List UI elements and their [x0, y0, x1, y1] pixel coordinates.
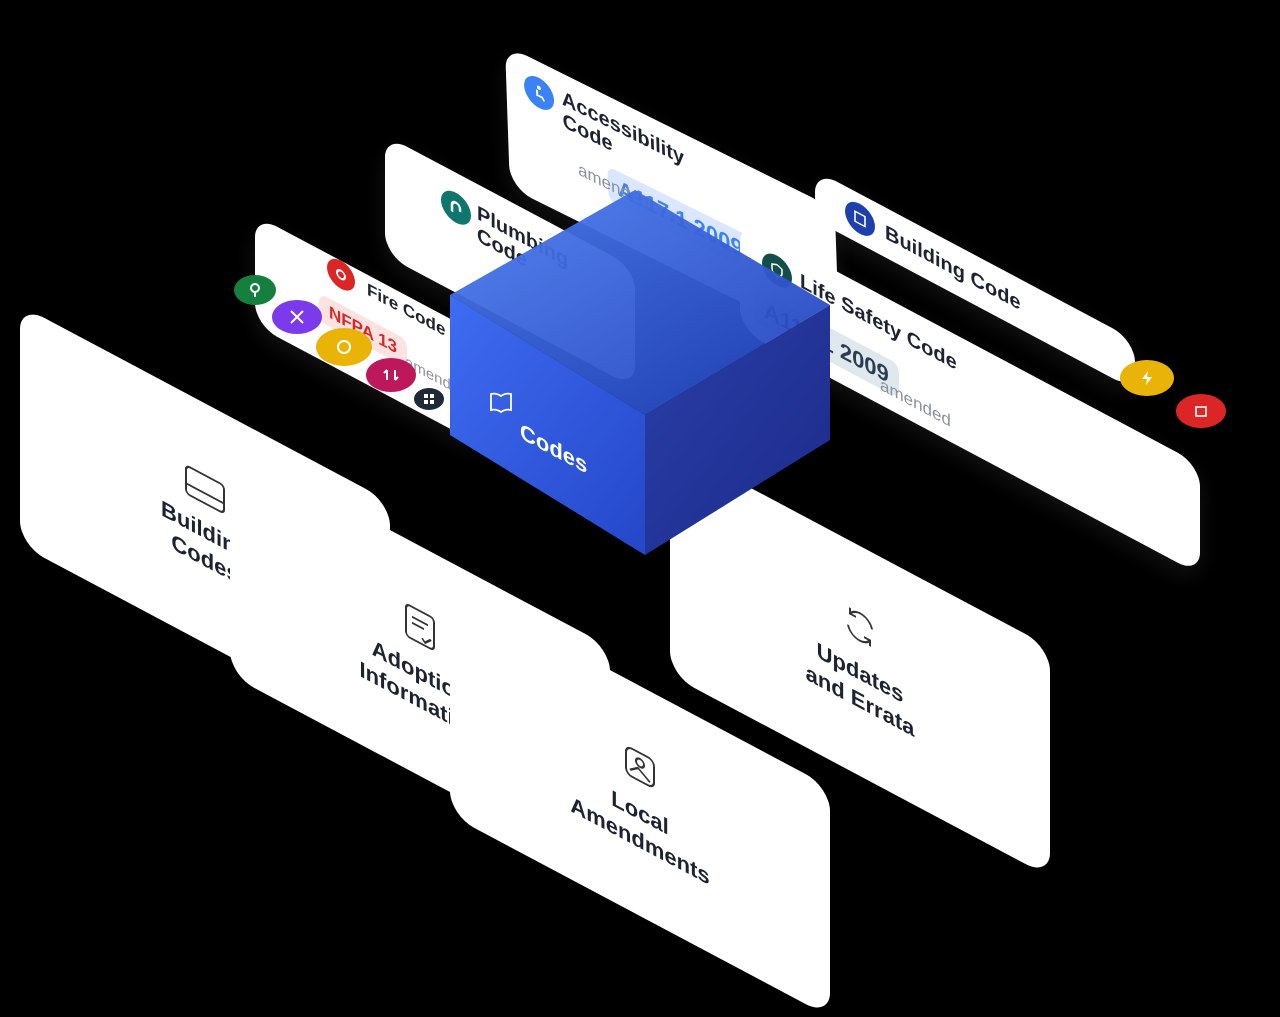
flame-icon: [327, 253, 355, 297]
grid-icon: [414, 388, 444, 410]
document-check-icon: [405, 604, 435, 651]
life-safety-code-status: amended: [880, 374, 951, 432]
lightning-icon: [1120, 360, 1174, 396]
wheelchair-icon: [523, 70, 555, 116]
panel-icon: [185, 465, 225, 514]
tree-icon: [234, 275, 276, 305]
refresh-icon: [847, 607, 873, 647]
map-icon: [625, 746, 655, 788]
transfer-icon: [366, 358, 416, 392]
building-code-title: Building Code: [885, 221, 1021, 316]
bell-icon: [316, 328, 372, 366]
cube-shape: [450, 190, 830, 555]
scissors-icon: [272, 300, 322, 334]
book-icon: [488, 390, 514, 421]
hospital-icon: [1176, 394, 1226, 428]
isometric-scene: Accessibility Code A117.1 2009 amended P…: [0, 0, 1280, 1017]
building-icon: [845, 195, 875, 242]
codes-cube[interactable]: Codes: [450, 190, 830, 555]
